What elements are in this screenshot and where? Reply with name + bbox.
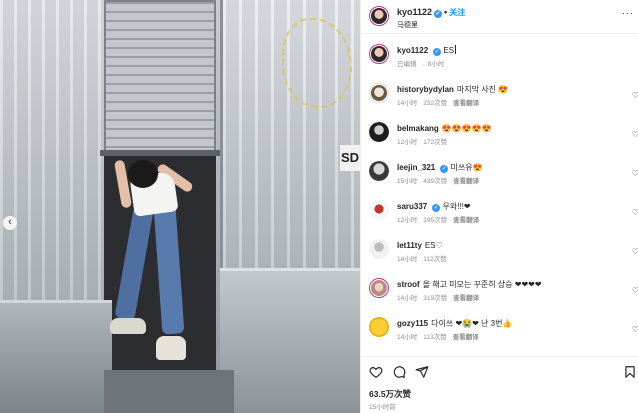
translate-link[interactable]: 查看翻译: [453, 295, 479, 302]
comment-time: 12小时: [397, 217, 418, 224]
heart-icon[interactable]: ♡: [632, 91, 638, 100]
heart-icon[interactable]: ♡: [632, 208, 638, 217]
commenter-avatar[interactable]: [369, 278, 389, 298]
post-actions: 63.5万次赞 15小时前: [361, 356, 638, 413]
commenter-avatar[interactable]: [369, 317, 389, 337]
translate-link[interactable]: 查看翻译: [453, 178, 479, 185]
comment-text: 다이쓰 ❤😭❤ 난 3번👍: [431, 319, 513, 328]
comment-text: 미쓰유😍: [450, 163, 483, 172]
comment-username[interactable]: leejin_321: [397, 163, 435, 172]
post-side-panel: kyo1122 ✓ • 关注 马德里 ··· kyo1122 ✓ ES 已编辑 · 8小时: [360, 0, 638, 413]
comment-username[interactable]: historybydylan: [397, 85, 454, 94]
heart-icon[interactable]: ♡: [632, 130, 638, 139]
translate-link[interactable]: 查看翻译: [453, 217, 479, 224]
caption-username[interactable]: kyo1122: [397, 46, 428, 55]
comment-text: 😍😍😍😍😍: [441, 124, 492, 133]
verified-icon: ✓: [433, 48, 442, 56]
comment-likes[interactable]: 112次赞: [423, 256, 446, 263]
comment-username[interactable]: let11ty: [397, 241, 422, 250]
commenter-avatar[interactable]: [369, 83, 389, 103]
person-shoe-left: [110, 318, 146, 334]
comment-text: 마지막 사진 😍: [456, 85, 509, 94]
comment-username[interactable]: saru337: [397, 202, 427, 211]
person-head: [128, 160, 158, 188]
comment-likes[interactable]: 439次赞: [423, 178, 447, 185]
translate-link[interactable]: 查看翻译: [453, 334, 479, 341]
caption-time: 8小时: [427, 61, 445, 68]
rolling-shutter: [104, 0, 216, 152]
glass-base-left: [0, 300, 112, 413]
person-shoe-right: [156, 336, 186, 360]
comment-time: 12小时: [397, 139, 418, 146]
separator-dot: •: [444, 7, 448, 17]
author-username[interactable]: kyo1122: [397, 7, 432, 17]
send-icon[interactable]: [415, 365, 429, 379]
post-header: kyo1122 ✓ • 关注 马德里 ···: [361, 0, 638, 34]
translate-link[interactable]: 查看翻译: [453, 100, 479, 107]
more-icon[interactable]: ···: [622, 8, 634, 18]
store-sign: SD: [340, 145, 360, 171]
author-name-row: kyo1122 ✓ • 关注: [397, 7, 465, 18]
comment-username[interactable]: gozy115: [397, 319, 428, 328]
comment-username[interactable]: stroof: [397, 280, 420, 289]
bookmark-icon[interactable]: [623, 365, 637, 379]
glass-base-right: [220, 268, 360, 413]
comment-likes[interactable]: 232次赞: [423, 100, 447, 107]
commenter-avatar[interactable]: [369, 161, 389, 181]
text-cursor: [455, 45, 457, 54]
heart-icon[interactable]: [369, 365, 383, 379]
post-timestamp: 15小时前: [369, 404, 396, 411]
caption-avatar[interactable]: [369, 44, 389, 64]
comment-icon[interactable]: [392, 365, 406, 379]
comment-text: 올 해고 미모는 꾸준히 상승 ❤❤❤❤: [422, 280, 542, 289]
door-frame: [100, 150, 220, 156]
floor: [104, 370, 234, 413]
commenter-avatar[interactable]: [369, 200, 389, 220]
caption-text: ES: [443, 46, 455, 55]
comment-text: ES♡: [424, 241, 443, 250]
commenter-avatar[interactable]: [369, 122, 389, 142]
heart-icon[interactable]: ♡: [632, 325, 638, 334]
comment-text: 우와!!!❤: [442, 202, 471, 211]
follow-button[interactable]: 关注: [449, 8, 465, 17]
author-avatar[interactable]: [369, 6, 389, 26]
comment-likes[interactable]: 319次赞: [423, 295, 447, 302]
verified-icon: ✓: [432, 204, 441, 212]
comment-time: 14小时: [397, 334, 418, 341]
verified-icon: ✓: [440, 165, 449, 173]
comment-username[interactable]: belmakang: [397, 124, 439, 133]
heart-icon[interactable]: ♡: [632, 247, 638, 256]
comment-likes[interactable]: 172次赞: [423, 139, 447, 146]
comment-likes[interactable]: 195次赞: [423, 217, 447, 224]
comment-time: 14小时: [397, 100, 418, 107]
like-count[interactable]: 63.5万次赞: [369, 388, 411, 400]
post-photo: SD ‹: [0, 0, 360, 413]
caption-edited: 已编辑: [397, 61, 417, 68]
comment-time: 14小时: [397, 256, 418, 263]
commenter-avatar[interactable]: [369, 239, 389, 259]
glass-wall-left: [0, 0, 110, 330]
comment-time: 14小时: [397, 295, 418, 302]
verified-icon: ✓: [434, 10, 443, 18]
chevron-left-icon[interactable]: ‹: [3, 216, 17, 230]
comment-likes[interactable]: 113次赞: [423, 334, 446, 341]
comment-time: 15小时: [397, 178, 418, 185]
post-location[interactable]: 马德里: [397, 20, 418, 30]
heart-icon[interactable]: ♡: [632, 169, 638, 178]
comments-list: kyo1122 ✓ ES 已编辑 · 8小时 historybydylan 마지막 사진…: [361, 38, 638, 356]
heart-icon[interactable]: ♡: [632, 286, 638, 295]
